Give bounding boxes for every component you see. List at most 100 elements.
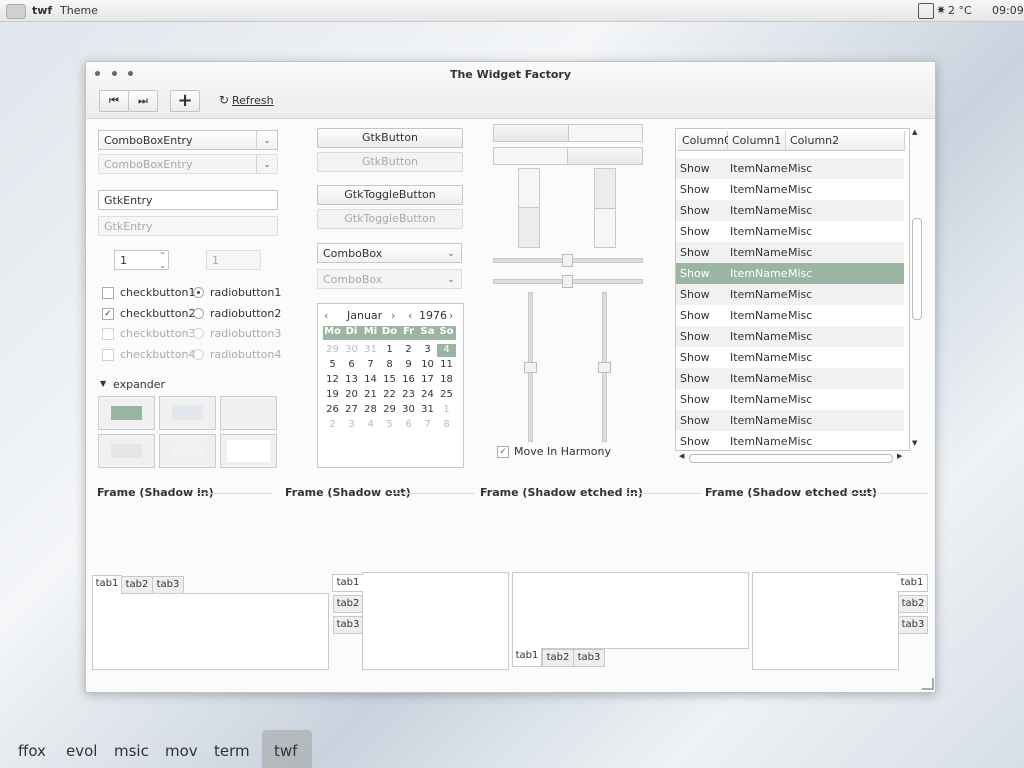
chevron-down-icon[interactable]: ⌄ bbox=[256, 131, 277, 149]
checkbutton2-box-check-icon[interactable]: ✓ bbox=[102, 308, 114, 320]
last-button[interactable]: ⏭ bbox=[128, 90, 158, 112]
first-button[interactable]: ⏮ bbox=[99, 90, 129, 112]
calendar-day[interactable]: 1 bbox=[380, 344, 399, 355]
table-row[interactable]: Show ItemName Misc bbox=[676, 347, 904, 368]
color-swatch[interactable] bbox=[159, 396, 216, 430]
calendar-day[interactable]: 30 bbox=[342, 344, 361, 355]
calendar-day[interactable]: 16 bbox=[399, 374, 418, 385]
calendar-day[interactable]: 11 bbox=[437, 359, 456, 370]
calendar-day[interactable]: 5 bbox=[323, 359, 342, 370]
refresh-button[interactable]: Refresh bbox=[232, 94, 274, 107]
prev-year-icon[interactable]: ‹ bbox=[408, 309, 412, 322]
table-row[interactable]: Show ItemName Misc bbox=[676, 284, 904, 305]
scrollbar-thumb[interactable] bbox=[912, 218, 922, 320]
calendar-day[interactable]: 19 bbox=[323, 389, 342, 400]
scroll-left-icon[interactable]: ◀ bbox=[679, 452, 684, 460]
horizontal-scale[interactable] bbox=[493, 254, 643, 267]
scroll-right-icon[interactable]: ▶ bbox=[897, 452, 902, 460]
notebook-tab[interactable]: tab2 bbox=[333, 595, 363, 613]
calendar-day[interactable]: 3 bbox=[342, 419, 361, 430]
calendar-day[interactable]: 7 bbox=[418, 419, 437, 430]
calendar-day[interactable]: 13 bbox=[342, 374, 361, 385]
calendar-day[interactable]: 7 bbox=[361, 359, 380, 370]
vertical-scale[interactable] bbox=[598, 292, 611, 442]
dock-item-msic[interactable]: msic bbox=[114, 742, 149, 760]
color-swatch[interactable] bbox=[220, 396, 277, 430]
resize-grip-icon[interactable] bbox=[922, 678, 934, 690]
checkbutton1-label[interactable]: checkbutton1 bbox=[120, 286, 196, 299]
calendar-day[interactable]: 25 bbox=[437, 389, 456, 400]
calendar-day[interactable]: 29 bbox=[380, 404, 399, 415]
column-header[interactable]: Column2 bbox=[786, 131, 905, 151]
notebook-tab[interactable]: tab2 bbox=[898, 595, 928, 613]
calendar-day[interactable]: 3 bbox=[418, 344, 437, 355]
prev-month-icon[interactable]: ‹ bbox=[324, 309, 328, 322]
calendar-day[interactable]: 5 bbox=[380, 419, 399, 430]
color-swatch[interactable] bbox=[98, 434, 155, 468]
radiobutton1-label[interactable]: radiobutton1 bbox=[210, 286, 281, 299]
move-in-harmony-label[interactable]: Move In Harmony bbox=[514, 445, 611, 458]
calendar-day[interactable]: 28 bbox=[361, 404, 380, 415]
combobox-entry[interactable]: ComboBoxEntry ⌄ bbox=[98, 130, 278, 150]
table-row[interactable]: Show ItemName Misc bbox=[676, 431, 904, 450]
next-year-icon[interactable]: › bbox=[449, 309, 453, 322]
gtk-button[interactable]: GtkButton bbox=[317, 128, 463, 148]
scale-slider-handle[interactable] bbox=[562, 275, 573, 288]
expander-label[interactable]: expander bbox=[113, 378, 165, 391]
table-row[interactable]: Show ItemName Misc bbox=[676, 305, 904, 326]
gtk-entry[interactable]: GtkEntry bbox=[98, 190, 278, 210]
calendar-day[interactable]: 10 bbox=[418, 359, 437, 370]
dock-item-term[interactable]: term bbox=[214, 742, 250, 760]
table-row[interactable]: Show ItemName Misc bbox=[676, 389, 904, 410]
horizontal-scrollbar[interactable]: ◀ ▶ bbox=[675, 452, 908, 463]
chevron-down-icon[interactable]: ⌄ bbox=[441, 244, 461, 262]
scrollbar-thumb[interactable] bbox=[689, 454, 893, 463]
notebook-tab[interactable]: tab3 bbox=[898, 616, 928, 634]
expander-arrow-icon[interactable]: ▼ bbox=[100, 379, 106, 388]
dock-item-twf[interactable]: twf bbox=[274, 742, 297, 760]
calendar-day[interactable]: 12 bbox=[323, 374, 342, 385]
spin-button[interactable]: 1 ⌃ ⌄ bbox=[114, 250, 169, 270]
dock-item-mov[interactable]: mov bbox=[165, 742, 198, 760]
tree-view[interactable]: Show ItemName Misc Show ItemName Misc Show Item… bbox=[675, 128, 910, 451]
calendar-day[interactable]: 29 bbox=[323, 344, 342, 355]
calendar-day[interactable]: 2 bbox=[399, 344, 418, 355]
calendar-day[interactable]: 22 bbox=[380, 389, 399, 400]
table-row[interactable]: Show ItemName Misc bbox=[676, 368, 904, 389]
active-app-name[interactable]: twf bbox=[32, 4, 52, 17]
calendar-day[interactable]: 6 bbox=[399, 419, 418, 430]
dock-item-ffox[interactable]: ffox bbox=[18, 742, 46, 760]
calendar-day[interactable]: 26 bbox=[323, 404, 342, 415]
table-row[interactable]: Show ItemName Misc bbox=[676, 410, 904, 431]
calendar-day[interactable]: 15 bbox=[380, 374, 399, 385]
color-swatch[interactable] bbox=[98, 396, 155, 430]
scroll-down-icon[interactable]: ▼ bbox=[912, 439, 917, 447]
scale-slider-handle[interactable] bbox=[524, 362, 537, 373]
notebook-tab[interactable]: tab1 bbox=[512, 648, 542, 667]
calendar-day[interactable]: 18 bbox=[437, 374, 456, 385]
weather-temp[interactable]: 2 °C bbox=[948, 4, 972, 17]
column-header[interactable]: Column0 bbox=[678, 131, 731, 151]
vertical-scrollbar[interactable]: ▲ ▼ bbox=[911, 128, 922, 449]
calendar[interactable]: ‹ Januar › ‹ 1976 › Mo Di Mi Do Fr Sa So 29 30 3… bbox=[317, 303, 464, 468]
window-switch-icon[interactable] bbox=[918, 3, 934, 19]
calendar-day[interactable]: 24 bbox=[418, 389, 437, 400]
calendar-day[interactable]: 9 bbox=[399, 359, 418, 370]
notebook-tab[interactable]: tab1 bbox=[897, 574, 928, 592]
radiobutton2-label[interactable]: radiobutton2 bbox=[210, 307, 281, 320]
scale-slider-handle[interactable] bbox=[598, 362, 611, 373]
calendar-day[interactable]: 4 bbox=[361, 419, 380, 430]
checkbutton2-label[interactable]: checkbutton2 bbox=[120, 307, 196, 320]
table-row[interactable]: Show ItemName Misc bbox=[676, 242, 904, 263]
dock-item-evol[interactable]: evol bbox=[66, 742, 97, 760]
harmony-check-icon[interactable]: ✓ bbox=[497, 446, 509, 458]
theme-menu[interactable]: Theme bbox=[60, 4, 98, 17]
scroll-up-icon[interactable]: ▲ bbox=[912, 128, 917, 136]
clock[interactable]: 09:09 bbox=[992, 4, 1024, 17]
calendar-day[interactable]: 21 bbox=[361, 389, 380, 400]
horizontal-scale[interactable] bbox=[493, 275, 643, 288]
calendar-day[interactable]: 17 bbox=[418, 374, 437, 385]
radiobutton2-dot-icon[interactable] bbox=[193, 308, 204, 319]
table-row[interactable]: Show ItemName Misc bbox=[676, 179, 904, 200]
table-row[interactable]: Show ItemName Misc bbox=[676, 221, 904, 242]
